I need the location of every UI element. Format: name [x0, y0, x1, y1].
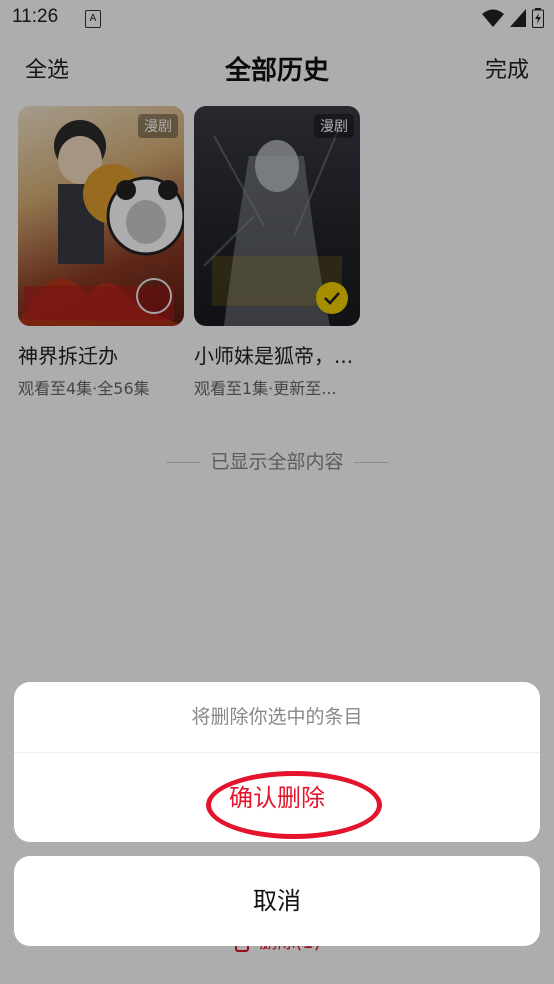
cancel-label: 取消: [253, 887, 301, 915]
confirm-message: 将删除你选中的条目: [14, 682, 540, 753]
highlight-ring: [206, 771, 382, 839]
cancel-button[interactable]: 取消: [14, 856, 540, 946]
confirm-delete-button[interactable]: 确认删除: [14, 753, 540, 843]
confirm-sheet: 将删除你选中的条目 确认删除: [14, 682, 540, 842]
